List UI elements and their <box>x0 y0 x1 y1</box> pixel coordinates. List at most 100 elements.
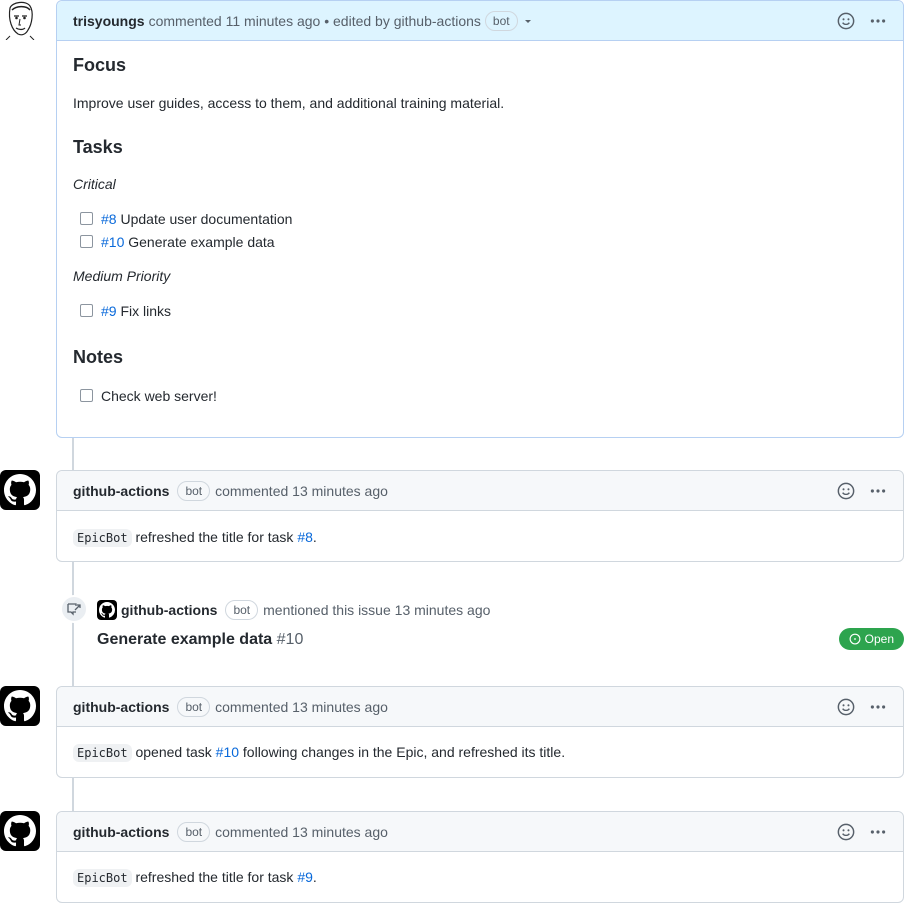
issue-link[interactable]: #10 <box>216 744 239 760</box>
comment-action: commented <box>215 482 289 499</box>
timeline-comment: github-actions bot commented 13 minutes … <box>56 686 904 778</box>
smiley-icon[interactable] <box>837 482 855 500</box>
mention-header: github-actions bot mentioned this issue … <box>97 600 490 620</box>
task-list-item: #9 Fix links <box>73 299 887 322</box>
kebab-horizontal-icon[interactable] <box>869 482 887 500</box>
comment-actions <box>837 482 887 500</box>
smiley-icon[interactable] <box>837 823 855 841</box>
mark-github-icon <box>4 815 36 847</box>
bot-name-code: EpicBot <box>73 744 132 762</box>
issue-body-comment: trisyoungs commented 11 minutes ago • ed… <box>56 0 904 438</box>
issue-link[interactable]: #8 <box>297 529 313 545</box>
medium-label: Medium Priority <box>73 268 171 284</box>
comment-text: refreshed the title for task <box>135 869 294 885</box>
bot-badge: bot <box>177 696 211 717</box>
comment-text: refreshed the title for task <box>135 529 294 545</box>
timeline-comment: github-actions bot commented 13 minutes … <box>56 811 904 903</box>
timeline-line <box>72 438 74 470</box>
mark-github-icon <box>4 474 36 506</box>
issue-link[interactable]: #8 <box>101 211 117 227</box>
comment-action: commented <box>215 698 289 715</box>
task-list-item: Check web server! <box>73 384 887 407</box>
mention-timestamp[interactable]: 13 minutes ago <box>395 602 491 618</box>
comment-body: EpicBot refreshed the title for task #8. <box>57 511 903 563</box>
avatar-github-actions-small[interactable] <box>97 600 117 620</box>
issue-link[interactable]: #9 <box>297 869 313 885</box>
comment-text-end: . <box>312 529 317 545</box>
kebab-horizontal-icon[interactable] <box>869 823 887 841</box>
timeline-line <box>72 778 74 811</box>
heading-notes: Notes <box>73 347 124 367</box>
timeline-comment: github-actions bot commented 13 minutes … <box>56 470 904 562</box>
comment-header: github-actions bot commented 13 minutes … <box>57 471 903 511</box>
avatar-github-actions[interactable] <box>0 811 40 851</box>
task-text: Update user documentation <box>120 210 293 227</box>
editor-name[interactable]: github-actions <box>394 13 481 29</box>
mark-github-icon <box>99 602 115 618</box>
comment-timestamp[interactable]: 13 minutes ago <box>292 824 388 840</box>
comment-actions <box>837 823 887 841</box>
medium-task-list: #9 Fix links <box>73 299 887 322</box>
task-list-item: #8 Update user documentation <box>73 207 887 230</box>
smiley-icon[interactable] <box>837 12 855 30</box>
edited-prefix: • edited by <box>324 12 390 29</box>
heading-tasks: Tasks <box>73 137 123 157</box>
mention-action: mentioned this issue <box>263 602 391 618</box>
issue-status-badge: Open <box>838 628 904 650</box>
comment-action: commented <box>148 12 222 29</box>
referenced-issue[interactable]: Generate example data #10 <box>97 631 303 649</box>
comment-header: github-actions bot commented 13 minutes … <box>57 687 903 727</box>
cross-reference-icon <box>60 595 88 623</box>
bot-name-code: EpicBot <box>73 869 132 887</box>
referenced-issue-title[interactable]: Generate example data <box>97 631 272 648</box>
comment-author[interactable]: github-actions <box>73 699 169 715</box>
comment-body: EpicBot opened task #10 following change… <box>57 727 903 777</box>
comment-timestamp[interactable]: 13 minutes ago <box>292 699 388 715</box>
comment-body: Focus Improve user guides, access to the… <box>57 41 903 407</box>
comment-header: trisyoungs commented 11 minutes ago • ed… <box>57 1 903 41</box>
kebab-horizontal-icon[interactable] <box>869 12 887 30</box>
task-checkbox[interactable] <box>80 212 93 225</box>
comment-text-end: following changes in the Epic, and refre… <box>242 744 566 760</box>
focus-text: Improve user guides, access to them, and… <box>73 95 505 111</box>
comment-action: commented <box>215 823 289 840</box>
avatar-github-actions[interactable] <box>0 686 40 726</box>
task-checkbox[interactable] <box>80 235 93 248</box>
issue-link[interactable]: #10 <box>101 234 124 250</box>
comment-author[interactable]: github-actions <box>73 824 169 840</box>
comment-actions <box>837 698 887 716</box>
comment-header: github-actions bot commented 13 minutes … <box>57 812 903 852</box>
comment-author[interactable]: trisyoungs <box>73 13 145 29</box>
cross-reference-event: github-actions bot mentioned this issue … <box>56 595 904 660</box>
task-text: Generate example data <box>128 233 275 250</box>
heading-focus: Focus <box>73 55 127 75</box>
task-text: Check web server! <box>101 387 217 404</box>
bot-badge: bot <box>225 600 259 620</box>
critical-label: Critical <box>73 176 116 192</box>
mention-author[interactable]: github-actions <box>121 602 217 618</box>
comment-body: EpicBot refreshed the title for task #9. <box>57 852 903 902</box>
comment-timestamp[interactable]: 13 minutes ago <box>292 483 388 499</box>
bot-badge: bot <box>484 10 518 31</box>
comment-text-end: . <box>312 869 317 885</box>
kebab-horizontal-icon[interactable] <box>869 698 887 716</box>
bot-badge: bot <box>177 480 211 501</box>
task-text: Fix links <box>120 302 172 319</box>
issue-link[interactable]: #9 <box>101 303 117 319</box>
smiley-icon[interactable] <box>837 698 855 716</box>
avatar-github-actions[interactable] <box>0 470 40 510</box>
issue-status-label: Open <box>864 632 894 646</box>
task-checkbox[interactable] <box>80 304 93 317</box>
avatar-trisyoungs[interactable] <box>0 0 40 40</box>
notes-task-list: Check web server! <box>73 384 887 407</box>
bot-name-code: EpicBot <box>73 529 132 547</box>
comment-author[interactable]: github-actions <box>73 483 169 499</box>
issue-opened-icon <box>849 633 861 645</box>
comment-text: opened task <box>135 744 212 760</box>
mark-github-icon <box>4 690 36 722</box>
referenced-issue-number: #10 <box>276 631 304 648</box>
comment-timestamp[interactable]: 11 minutes ago <box>226 13 321 29</box>
triangle-down-icon[interactable] <box>523 16 533 26</box>
task-list-item: #10 Generate example data <box>73 230 887 253</box>
task-checkbox[interactable] <box>80 389 93 402</box>
